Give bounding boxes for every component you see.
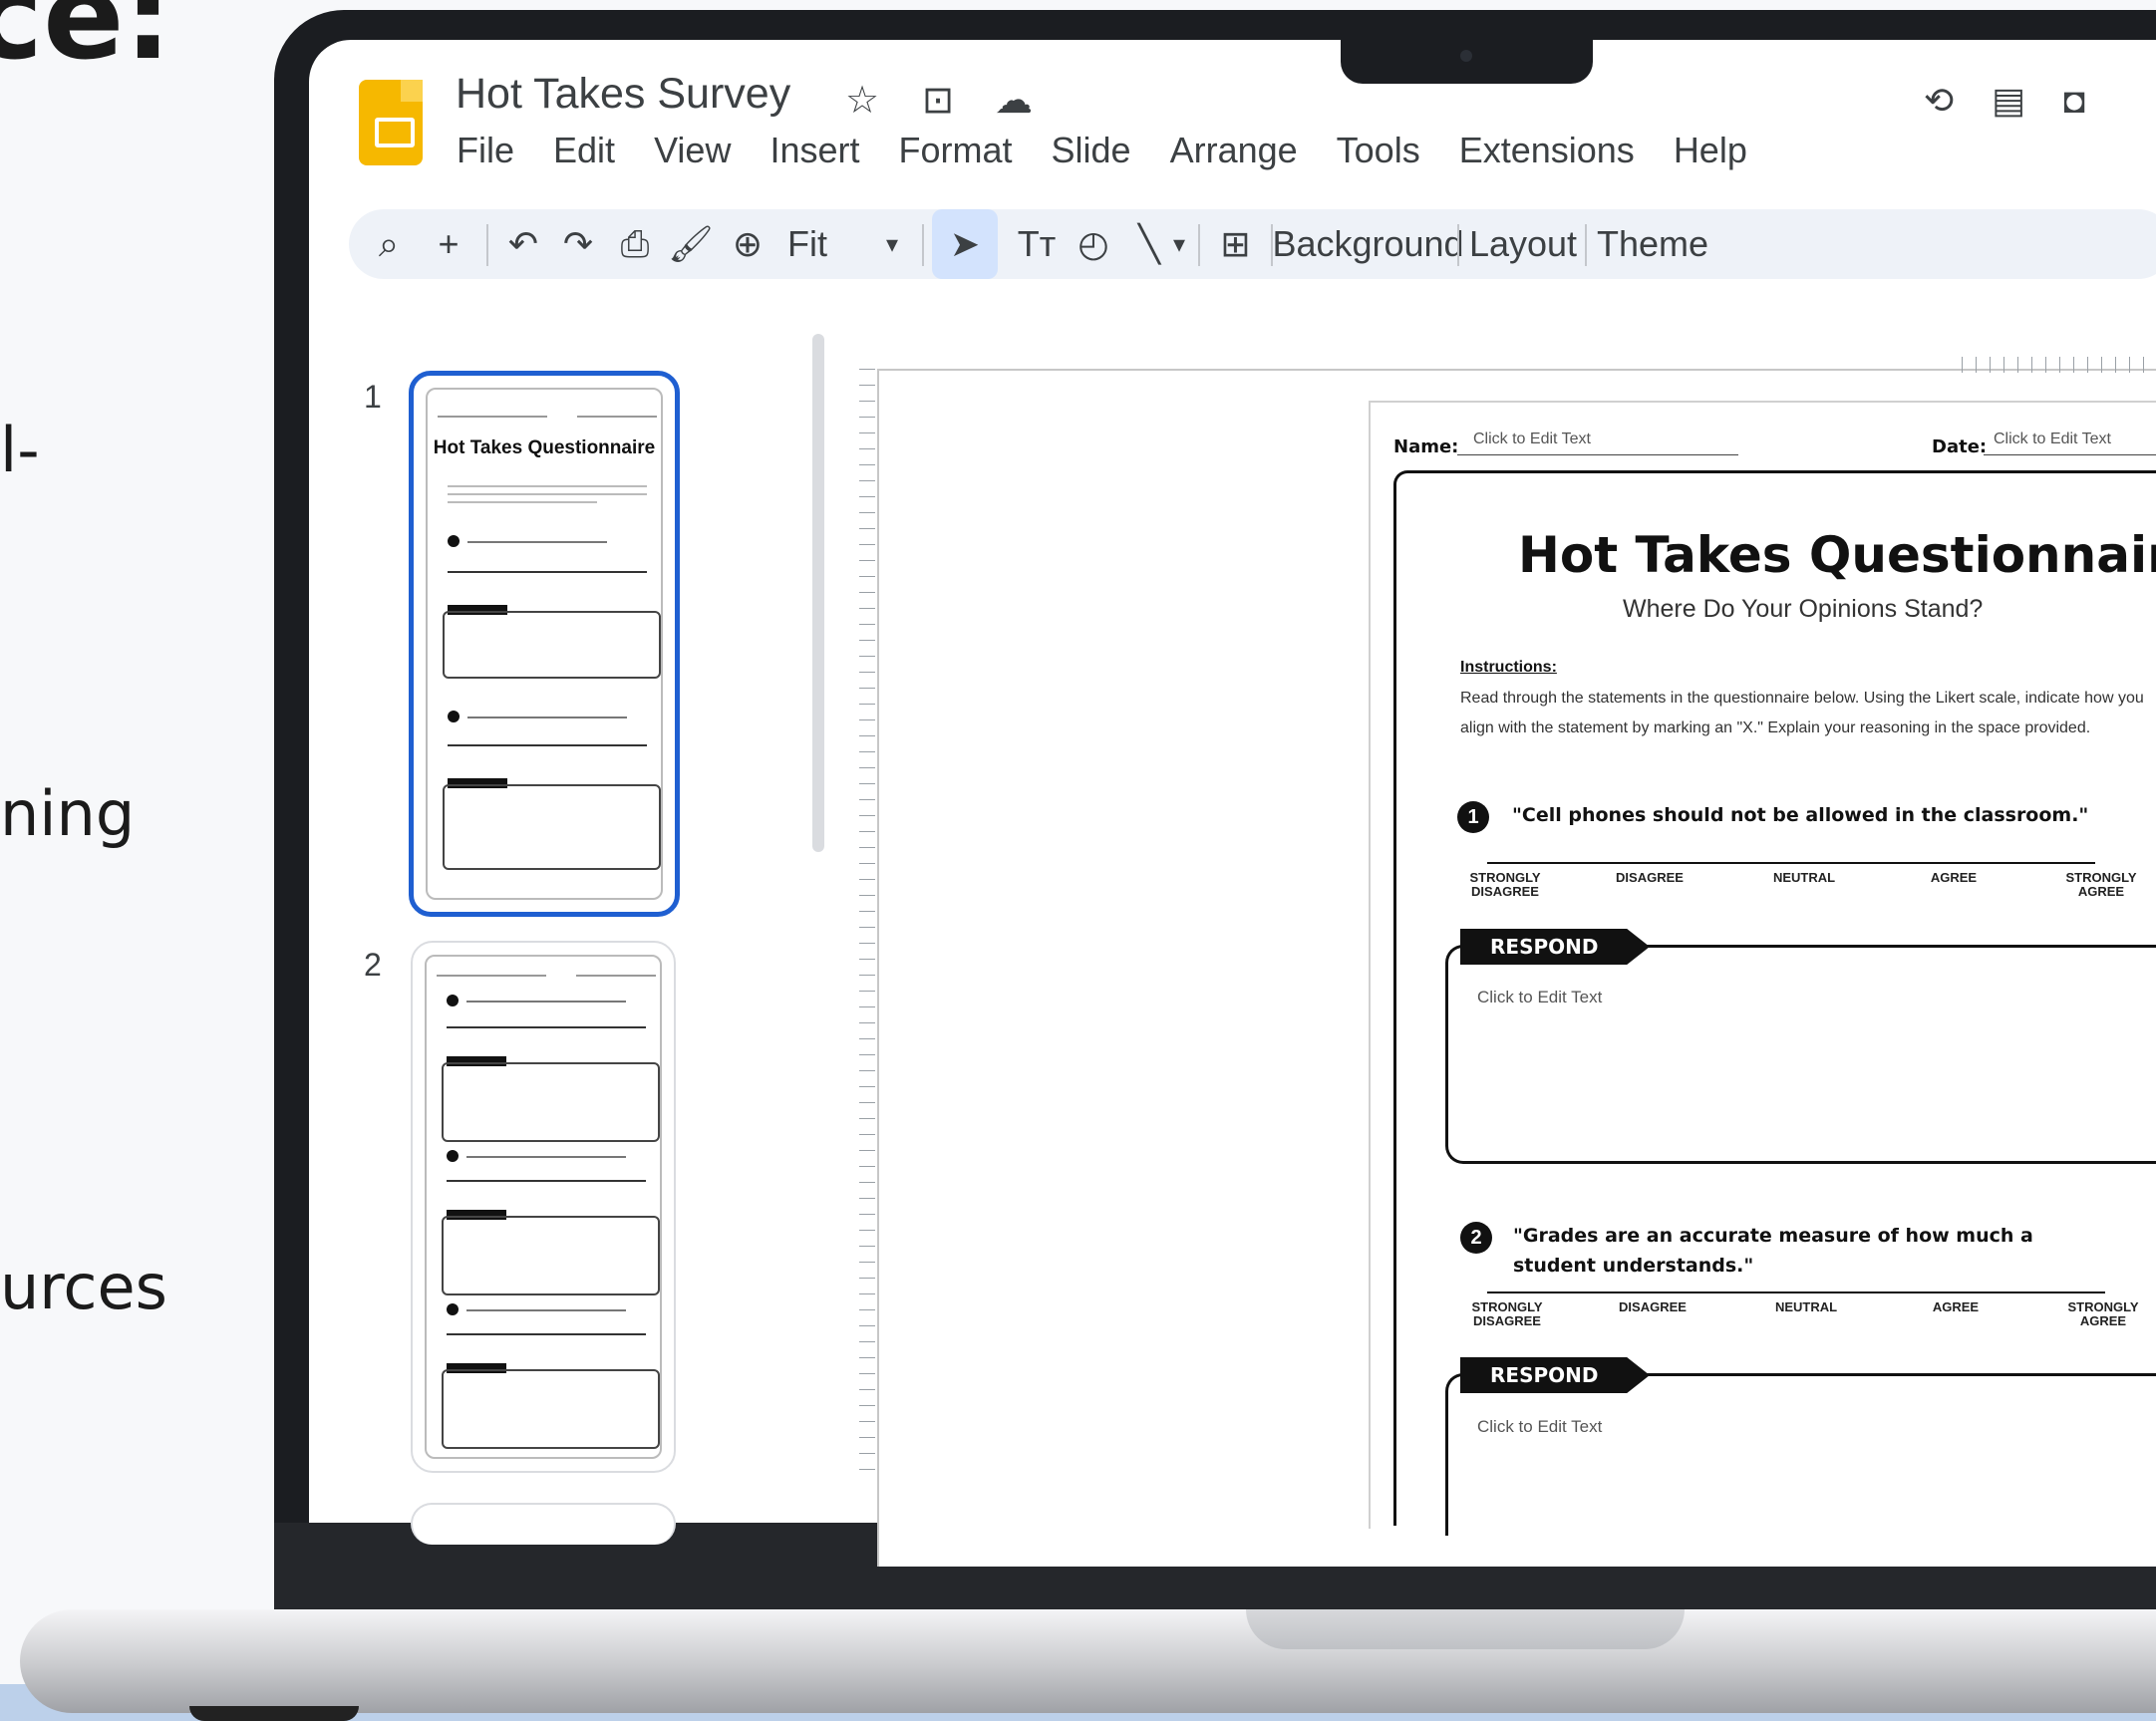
scale-strongly-agree[interactable]: STRONGLY AGREE: [2063, 1300, 2143, 1328]
zoom-dropdown-icon[interactable]: ▾: [872, 209, 912, 279]
menu-bar: File Edit View Insert Format Slide Arran…: [457, 130, 1786, 171]
theme-button[interactable]: Theme: [1593, 209, 1712, 279]
zoom-icon[interactable]: ⊕: [723, 209, 772, 279]
scale-disagree[interactable]: DISAGREE: [1610, 871, 1690, 885]
laptop-foot: [189, 1706, 359, 1721]
instructions-heading: Instructions:: [1460, 659, 1557, 676]
toolbar: ⌕ + ↶ ↷ ⎙ 🖌 ⊕ Fit ▾ ➤ Tт ◴ ╲ ▾ ⊞ Backgro…: [349, 209, 2156, 279]
slide-number-1: 1: [364, 379, 382, 415]
search-icon[interactable]: ⌕: [364, 209, 414, 279]
heading-fragment: ce:: [0, 0, 172, 87]
likert-scale-line[interactable]: [1487, 1291, 2105, 1293]
laptop-base-notch: [1246, 1609, 1685, 1649]
instructions-text: Read through the statements in the quest…: [1460, 690, 2144, 736]
slide-number-2: 2: [364, 947, 382, 983]
menu-help[interactable]: Help: [1674, 130, 1747, 171]
response-box-2[interactable]: [1445, 1373, 2156, 1536]
vertical-ruler: [859, 369, 875, 1485]
document-title[interactable]: Hot Takes Survey: [456, 70, 790, 119]
slide-thumbnail-2[interactable]: [411, 941, 676, 1473]
header-right-icons: ⟲ ▤ ◘: [1924, 80, 2085, 122]
respond-tag-1: RESPOND: [1460, 929, 1650, 965]
questionnaire-subtitle: Where Do Your Opinions Stand?: [1623, 595, 1984, 623]
menu-edit[interactable]: Edit: [553, 130, 615, 171]
date-label: Date:: [1932, 436, 1988, 457]
question-1-text: "Cell phones should not be allowed in th…: [1512, 804, 2089, 826]
scale-disagree[interactable]: DISAGREE: [1613, 1300, 1693, 1314]
scale-neutral[interactable]: NEUTRAL: [1764, 871, 1844, 885]
filmstrip-scrollbar[interactable]: [812, 334, 824, 852]
question-2-text: "Grades are an accurate measure of how m…: [1513, 1225, 2033, 1277]
menu-tools[interactable]: Tools: [1337, 130, 1420, 171]
thumbnail-content: Hot Takes Questionnaire: [426, 388, 663, 900]
thumbnail-content: [425, 955, 662, 1459]
camera-notch: [1341, 40, 1593, 84]
slides-logo-icon[interactable]: [359, 80, 423, 165]
text-fragment-3: urces: [0, 1251, 167, 1323]
select-cursor-icon[interactable]: ➤: [932, 209, 998, 279]
version-history-icon[interactable]: ⟲: [1924, 80, 1954, 122]
star-icon[interactable]: ☆: [837, 78, 887, 123]
text-fragment-1: l-: [0, 414, 40, 486]
cloud-saved-icon[interactable]: ☁: [989, 78, 1039, 123]
title-icons: ☆ ⊡ ☁: [837, 78, 1039, 123]
menu-insert[interactable]: Insert: [770, 130, 859, 171]
menu-extensions[interactable]: Extensions: [1459, 130, 1635, 171]
menu-format[interactable]: Format: [899, 130, 1013, 171]
slide-thumbnail-1[interactable]: Hot Takes Questionnaire: [409, 371, 680, 917]
redo-icon[interactable]: ↷: [553, 209, 603, 279]
questionnaire-title: Hot Takes Questionnaire: [1518, 526, 2156, 584]
slide-thumbnail-3[interactable]: [411, 1503, 676, 1545]
response-1-placeholder[interactable]: Click to Edit Text: [1477, 988, 1602, 1007]
likert-scale-line[interactable]: [1487, 862, 2095, 864]
text-fragment-2: ning: [0, 777, 136, 850]
laptop-base: [20, 1609, 2156, 1713]
line-dropdown-icon[interactable]: ▾: [1164, 209, 1194, 279]
name-field[interactable]: Click to Edit Text: [1473, 430, 1591, 448]
scale-strongly-disagree[interactable]: STRONGLY DISAGREE: [1467, 1300, 1547, 1328]
shape-icon[interactable]: ◴: [1069, 209, 1118, 279]
scale-agree[interactable]: AGREE: [1916, 1300, 1996, 1314]
background-button[interactable]: Background: [1272, 209, 1463, 279]
menu-arrange[interactable]: Arrange: [1170, 130, 1298, 171]
response-box-1[interactable]: [1445, 945, 2156, 1164]
name-label: Name:: [1393, 436, 1459, 457]
thumbnail-title: Hot Takes Questionnaire: [433, 437, 656, 458]
question-2-number: 2: [1460, 1222, 1492, 1254]
respond-tag-2: RESPOND: [1460, 1357, 1650, 1393]
zoom-select[interactable]: Fit: [777, 209, 837, 279]
scale-strongly-disagree[interactable]: STRONGLY DISAGREE: [1465, 871, 1545, 899]
horizontal-ruler: [1962, 357, 2154, 373]
paint-format-icon[interactable]: 🖌: [666, 209, 716, 279]
menu-file[interactable]: File: [457, 130, 514, 171]
scale-strongly-agree[interactable]: STRONGLY AGREE: [2061, 871, 2141, 899]
scale-neutral[interactable]: NEUTRAL: [1766, 1300, 1846, 1314]
comments-icon[interactable]: ▤: [1992, 80, 2025, 122]
move-to-folder-icon[interactable]: ⊡: [913, 78, 963, 123]
scale-agree[interactable]: AGREE: [1914, 871, 1994, 885]
new-slide-icon[interactable]: +: [424, 209, 473, 279]
date-field[interactable]: Click to Edit Text: [1994, 430, 2111, 448]
question-1-number: 1: [1457, 801, 1489, 833]
response-2-placeholder[interactable]: Click to Edit Text: [1477, 1417, 1602, 1437]
menu-slide[interactable]: Slide: [1052, 130, 1131, 171]
print-icon[interactable]: ⎙: [610, 209, 660, 279]
add-comment-icon[interactable]: ⊞: [1208, 209, 1263, 279]
layout-button[interactable]: Layout: [1463, 209, 1583, 279]
text-box-icon[interactable]: Tт: [1007, 209, 1067, 279]
camera-icon[interactable]: ◘: [2063, 80, 2085, 122]
menu-view[interactable]: View: [654, 130, 731, 171]
undo-icon[interactable]: ↶: [498, 209, 548, 279]
